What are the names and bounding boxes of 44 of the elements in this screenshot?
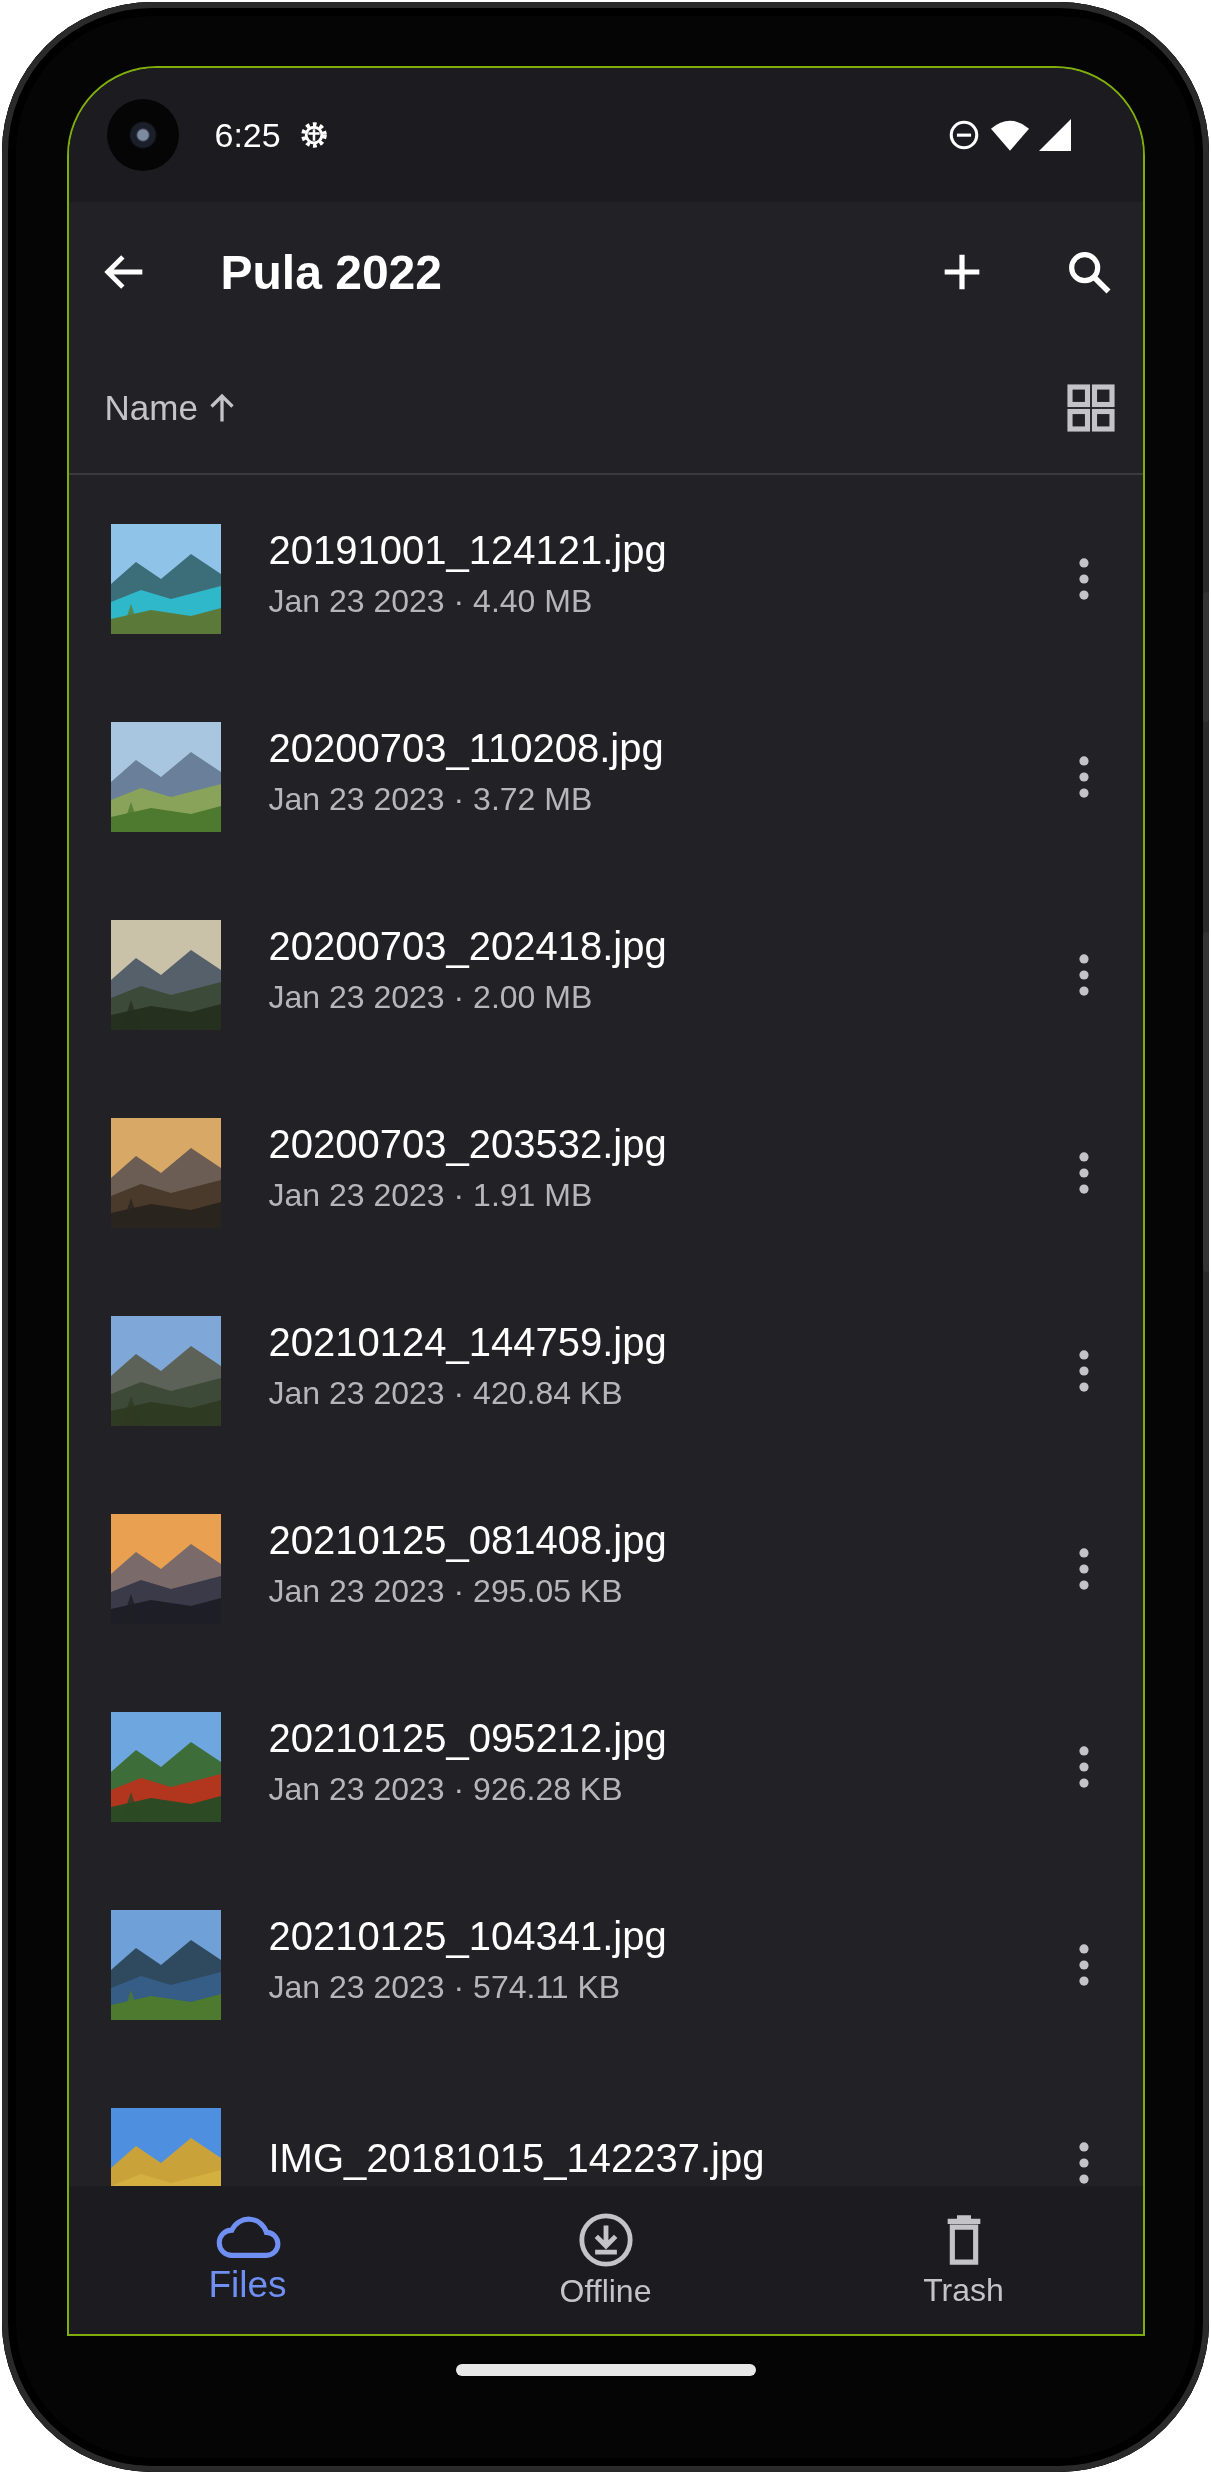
file-row[interactable]: 20210125_095212.jpg Jan 23 2023 · 926.28 KB — [68, 1668, 1143, 1866]
file-name: IMG_20181015_142237.jpg — [268, 2135, 766, 2181]
more-options-icon[interactable] — [1076, 1546, 1091, 1592]
file-name: 20210125_095212.jpg — [268, 1716, 668, 1761]
file-details: Jan 23 2023 · 574.11 KB — [268, 1969, 622, 2006]
more-options-icon[interactable] — [1076, 1150, 1091, 1196]
more-options-icon[interactable] — [1076, 1744, 1091, 1790]
file-name: 20210125_104341.jpg — [268, 1914, 668, 1959]
more-options-icon[interactable] — [1076, 952, 1091, 998]
nav-tab[interactable]: Trash — [784, 2186, 1143, 2334]
file-name: 20200703_203532.jpg — [268, 1122, 668, 1167]
file-details: Jan 23 2023 · 1.91 MB — [268, 1177, 594, 1214]
cloud-icon — [214, 2214, 281, 2260]
file-row[interactable]: 20200703_202418.jpg Jan 23 2023 · 2.00 MB — [68, 876, 1143, 1074]
file-details: Jan 23 2023 · 295.05 KB — [268, 1573, 624, 1610]
more-options-icon[interactable] — [1076, 754, 1091, 800]
file-row[interactable]: 20210125_104341.jpg Jan 23 2023 · 574.11 KB — [68, 1866, 1143, 2064]
file-details: Jan 23 2023 · 926.28 KB — [268, 1771, 624, 1808]
file-details: Jan 23 2023 · 2.00 MB — [268, 979, 594, 1016]
file-row[interactable]: 20200703_110208.jpg Jan 23 2023 · 3.72 MB — [68, 678, 1143, 876]
file-row[interactable]: 20191001_124121.jpg Jan 23 2023 · 4.40 MB — [68, 480, 1143, 678]
file-details: Jan 23 2023 · 420.84 KB — [268, 1375, 624, 1412]
file-row[interactable]: 20210124_144759.jpg Jan 23 2023 · 420.84 KB — [68, 1272, 1143, 1470]
file-row[interactable]: 20200703_203532.jpg Jan 23 2023 · 1.91 MB — [68, 1074, 1143, 1272]
download-icon — [576, 2210, 635, 2269]
nav-tab[interactable]: Files — [68, 2186, 427, 2334]
more-options-icon[interactable] — [1076, 1942, 1091, 1988]
signal-icon — [1038, 119, 1071, 151]
nav-tab[interactable]: Offline — [426, 2186, 785, 2334]
sort-label[interactable]: Name — [104, 387, 198, 428]
file-name: 20210124_144759.jpg — [268, 1320, 668, 1365]
file-details: Jan 23 2023 · 3.72 MB — [268, 781, 594, 818]
file-row[interactable]: 20210125_081408.jpg Jan 23 2023 · 295.05 KB — [68, 1470, 1143, 1668]
wifi-icon — [990, 119, 1029, 151]
folder-title: Pula 2022 — [220, 244, 443, 300]
more-options-icon[interactable] — [1076, 556, 1091, 602]
file-name: 20200703_110208.jpg — [268, 726, 665, 771]
status-time: 6:25 — [214, 115, 281, 155]
file-details: Jan 23 2023 · 4.40 MB — [268, 583, 594, 620]
file-name: 20210125_081408.jpg — [268, 1518, 668, 1563]
more-options-icon[interactable] — [1076, 2140, 1091, 2186]
file-name: 20191001_124121.jpg — [268, 528, 668, 573]
more-options-icon[interactable] — [1076, 1348, 1091, 1394]
file-name: 20200703_202418.jpg — [268, 924, 668, 969]
